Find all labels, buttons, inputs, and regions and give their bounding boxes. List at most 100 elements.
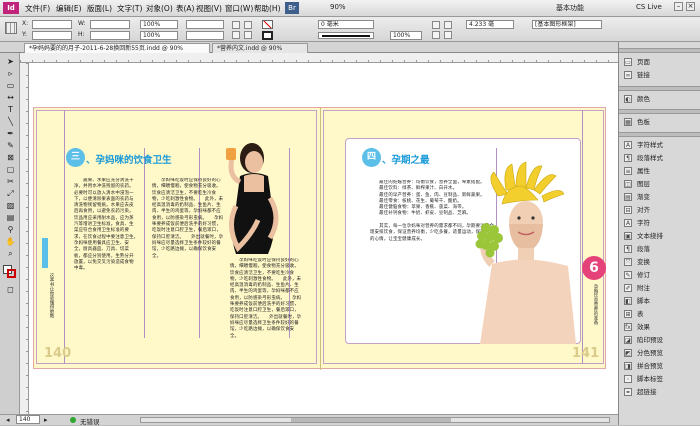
rotate-ccw-icon[interactable] <box>244 21 252 29</box>
panel-separations-preview[interactable]: ◩ 分色预览 <box>622 347 699 359</box>
hand-tool-icon[interactable]: ✋ <box>5 237 16 247</box>
gap-tool-icon[interactable]: ↔ <box>5 93 16 103</box>
pregnant-woman-photo[interactable] <box>206 136 296 254</box>
selection-tool-icon[interactable]: ➤ <box>5 57 16 67</box>
menu-layout[interactable]: 版面(L) <box>87 3 112 14</box>
menu-type[interactable]: 文字(T) <box>117 3 142 14</box>
vertical-ruler[interactable] <box>20 63 29 414</box>
y-field[interactable] <box>32 31 72 40</box>
panel-flattener-preview[interactable]: ◨ 拼合预览 <box>622 360 699 372</box>
fill-stroke-swatch[interactable] <box>3 265 16 278</box>
panel-group-grip[interactable] <box>619 109 700 114</box>
preflight-status-icon[interactable] <box>70 417 76 423</box>
direct-selection-icon[interactable]: ▹ <box>5 69 16 79</box>
panel-pages[interactable]: ▭ 页面 <box>622 56 699 68</box>
fill-proportional-icon[interactable] <box>444 31 452 39</box>
panel-paragraph-styles[interactable]: ¶ 段落样式 <box>622 152 699 164</box>
measure-field[interactable]: 4.233 毫 <box>466 20 514 29</box>
tab-document-1[interactable]: *孕妈妈要的的月子-2011-6-28换回新55页.indd @ 90% <box>24 43 210 53</box>
panel-character-styles[interactable]: A 字符样式 <box>622 139 699 151</box>
rectangle-frame-icon[interactable]: ⊠ <box>5 153 16 163</box>
panel-group-grip[interactable] <box>619 132 700 137</box>
panel-table[interactable]: ⊞ 表 <box>622 308 699 320</box>
panel-group-grip[interactable] <box>619 86 700 91</box>
fit-frame-icon[interactable] <box>444 21 452 29</box>
banana-woman-photo[interactable] <box>472 160 584 344</box>
close-button[interactable]: × <box>686 2 695 11</box>
panel-links[interactable]: ∞ 链接 <box>622 69 699 81</box>
panel-character[interactable]: A 字符 <box>622 217 699 229</box>
scale-h-field[interactable]: 100% <box>140 31 178 40</box>
flip-v-icon[interactable] <box>244 31 252 39</box>
gradient-tool-icon[interactable]: ▨ <box>5 201 16 211</box>
panel-group-grip[interactable] <box>619 48 700 53</box>
menu-file[interactable]: 文件(F) <box>25 3 50 14</box>
x-field[interactable] <box>32 20 72 29</box>
type-tool-icon[interactable]: T <box>5 105 16 115</box>
panel-trap-presets[interactable]: ◪ 陷印预设 <box>622 334 699 346</box>
zoom-tool-icon[interactable]: ⌕ <box>5 249 16 259</box>
panel-transform[interactable]: ⤧ 变换 <box>622 256 699 268</box>
line-tool-icon[interactable]: ╲ <box>5 117 16 127</box>
bridge-button[interactable]: Br <box>285 2 299 14</box>
gradient-icon: ▤ <box>624 193 632 201</box>
stroke-type-line[interactable] <box>318 32 374 39</box>
horizontal-scrollbar[interactable] <box>140 417 610 423</box>
page-spread[interactable]: 三 、孕妈咪的饮食卫生 蔬果、水果应充分清洗干净，并用水冲洗残留的农药。必要时可… <box>33 107 606 370</box>
menu-view[interactable]: 视图(V) <box>196 3 222 14</box>
object-style-field[interactable]: [基本图形框架] <box>532 20 602 29</box>
scissors-tool-icon[interactable]: ✂ <box>5 177 16 187</box>
eyedropper-tool-icon[interactable]: ⚲ <box>5 225 16 235</box>
h-field[interactable] <box>90 31 130 40</box>
flip-h-icon[interactable] <box>232 31 240 39</box>
minimize-button[interactable]: – <box>674 2 683 11</box>
horizontal-ruler[interactable] <box>20 53 618 63</box>
panel-color[interactable]: ◐ 颜色 <box>622 93 699 105</box>
scale-w-field[interactable]: 100% <box>140 20 178 29</box>
rotate-cw-icon[interactable] <box>232 21 240 29</box>
view-mode-icon[interactable]: ◻ <box>5 285 16 295</box>
transform-tool-icon[interactable]: ⤢ <box>5 189 16 199</box>
panel-attributes[interactable]: ≡ 属性 <box>622 165 699 177</box>
opacity-field[interactable]: 100% <box>390 31 422 40</box>
page-number-field[interactable]: 140 <box>16 415 40 424</box>
rotate-field[interactable] <box>186 20 224 29</box>
panel-effects[interactable]: fx 效果 <box>622 321 699 333</box>
tab-document-2[interactable]: *营养内文.indd @ 90% <box>212 43 308 53</box>
fill-swatch[interactable] <box>262 20 273 29</box>
w-field[interactable] <box>90 20 130 29</box>
note-tool-icon[interactable]: ▤ <box>5 213 16 223</box>
reference-point-icon[interactable] <box>5 22 17 34</box>
menu-object[interactable]: 对象(O) <box>146 3 173 14</box>
pen-tool-icon[interactable]: ✒ <box>5 129 16 139</box>
zoom-field[interactable]: 90% <box>330 3 346 11</box>
panel-text-wrap[interactable]: ▣ 文本绕排 <box>622 230 699 242</box>
panel-notes[interactable]: ✐ 附注 <box>622 282 699 294</box>
panel-layers-label: 图层 <box>637 180 650 188</box>
panel-align[interactable]: ⊟ 对齐 <box>622 204 699 216</box>
stroke-swatch[interactable] <box>262 31 273 40</box>
cs-live-button[interactable]: CS Live <box>636 3 662 11</box>
next-page-button[interactable]: ▸ <box>44 416 48 424</box>
panel-gradient[interactable]: ▤ 渐变 <box>622 191 699 203</box>
menu-table[interactable]: 表(A) <box>176 3 194 14</box>
first-page-button[interactable]: ◂ <box>6 416 10 424</box>
panel-hyperlinks[interactable]: ⚭ 超链接 <box>622 386 699 398</box>
center-content-icon[interactable] <box>432 31 440 39</box>
menu-window[interactable]: 窗口(W) <box>225 3 253 14</box>
panel-scripts[interactable]: ◧ 脚本 <box>622 295 699 307</box>
fit-content-icon[interactable] <box>432 21 440 29</box>
panel-layers[interactable]: ◫ 图层 <box>622 178 699 190</box>
menu-help[interactable]: 帮助(H) <box>254 3 281 14</box>
panel-swatches[interactable]: ▦ 色板 <box>622 116 699 128</box>
rectangle-tool-icon[interactable]: ▢ <box>5 165 16 175</box>
page-tool-icon[interactable]: ▭ <box>5 81 16 91</box>
panel-track-changes[interactable]: ✎ 修订 <box>622 269 699 281</box>
panel-paragraph[interactable]: ¶ 段落 <box>622 243 699 255</box>
panel-script-label[interactable]: ◦ 脚本标签 <box>622 373 699 385</box>
menu-edit[interactable]: 编辑(E) <box>56 3 82 14</box>
pencil-tool-icon[interactable]: ✎ <box>5 141 16 151</box>
shear-field[interactable] <box>186 31 224 40</box>
stroke-weight-field[interactable]: 0 毫米 <box>318 20 374 29</box>
workspace-switcher[interactable]: 基本功能 <box>556 3 584 13</box>
